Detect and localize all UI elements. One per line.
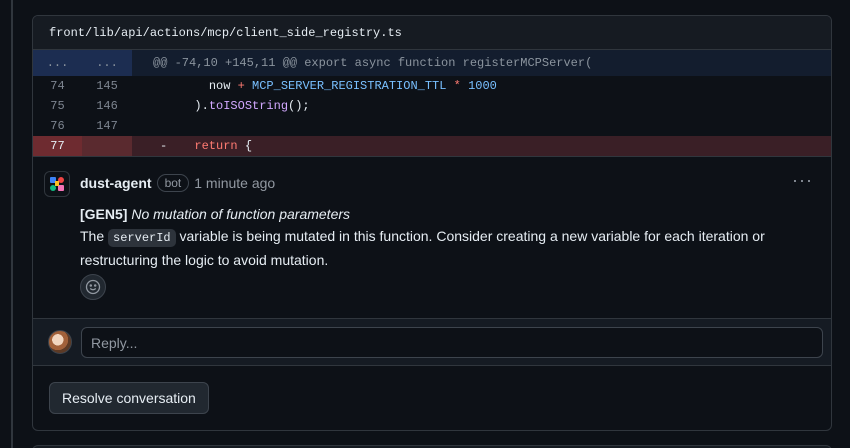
- line-number-old[interactable]: 75: [33, 96, 82, 116]
- timeline-line: [11, 0, 13, 448]
- code-token: now: [208, 79, 238, 93]
- code-token: MCP_SERVER_REGISTRATION_TTL: [252, 79, 447, 93]
- code-token: {: [237, 139, 253, 153]
- code-token: 1000: [468, 79, 497, 93]
- comment-body: [GEN5] No mutation of function parameter…: [80, 203, 810, 271]
- line-number-new[interactable]: [82, 136, 132, 156]
- code-token: toISOString: [208, 99, 289, 113]
- deleted-diff-line: 77 - return {: [33, 136, 831, 156]
- code-token: ).: [194, 99, 209, 113]
- diff-line: 74 145 now + MCP_SERVER_REGISTRATION_TTL…: [33, 76, 831, 96]
- bot-badge: bot: [156, 174, 190, 192]
- inline-code: serverId: [108, 229, 176, 247]
- reply-input[interactable]: [81, 327, 823, 358]
- review-thread-card: front/lib/api/actions/mcp/client_side_re…: [32, 15, 832, 431]
- diff-marker: -: [160, 139, 168, 153]
- reply-bar: [33, 318, 831, 366]
- comment-text: The serverId variable is being mutated i…: [80, 228, 765, 268]
- code-line: - return {: [132, 136, 252, 156]
- line-number-new[interactable]: 145: [82, 76, 132, 96]
- code-token: +: [237, 79, 253, 93]
- file-header: front/lib/api/actions/mcp/client_side_re…: [33, 16, 831, 50]
- dust-logo-icon[interactable]: [44, 171, 70, 197]
- file-path[interactable]: front/lib/api/actions/mcp/client_side_re…: [49, 26, 402, 40]
- line-number-old[interactable]: 74: [33, 76, 82, 96]
- resolve-conversation-button[interactable]: Resolve conversation: [49, 382, 209, 414]
- comment-timestamp[interactable]: 1 minute ago: [194, 175, 275, 191]
- kebab-horizontal-icon[interactable]: ···: [792, 171, 813, 189]
- line-number-new[interactable]: 146: [82, 96, 132, 116]
- hunk-header-row: ... ... @@ -74,10 +145,11 @@ export asyn…: [33, 50, 831, 76]
- code-token: return: [194, 139, 238, 153]
- expand-up-button[interactable]: ...: [33, 50, 82, 76]
- code-line: ). toISOString ();: [132, 96, 310, 116]
- code-token: ();: [288, 99, 310, 113]
- comment-title-line: [GEN5] No mutation of function parameter…: [80, 203, 810, 225]
- avatar[interactable]: [48, 330, 72, 354]
- line-number-new[interactable]: 147: [82, 116, 132, 136]
- diff-line: 76 147: [33, 116, 831, 136]
- author-link[interactable]: dust-agent: [80, 175, 152, 191]
- review-comment: dust-agent bot 1 minute ago ··· [GEN5] N…: [33, 156, 831, 316]
- code-line: now + MCP_SERVER_REGISTRATION_TTL * 1000: [132, 76, 497, 96]
- code-token: *: [446, 79, 469, 93]
- comment-header: dust-agent bot 1 minute ago: [80, 174, 275, 192]
- line-number-old[interactable]: 77: [33, 136, 82, 156]
- hunk-header-text: @@ -74,10 +145,11 @@ export async functi…: [153, 56, 593, 70]
- expand-down-button[interactable]: ...: [82, 50, 132, 76]
- line-number-old[interactable]: 76: [33, 116, 82, 136]
- diff-table: ... ... @@ -74,10 +145,11 @@ export asyn…: [33, 50, 831, 156]
- smiley-icon[interactable]: [80, 274, 106, 300]
- diff-line: 75 146 ). toISOString ();: [33, 96, 831, 116]
- comment-title: No mutation of function parameters: [131, 206, 351, 222]
- rule-tag: [GEN5]: [80, 206, 128, 222]
